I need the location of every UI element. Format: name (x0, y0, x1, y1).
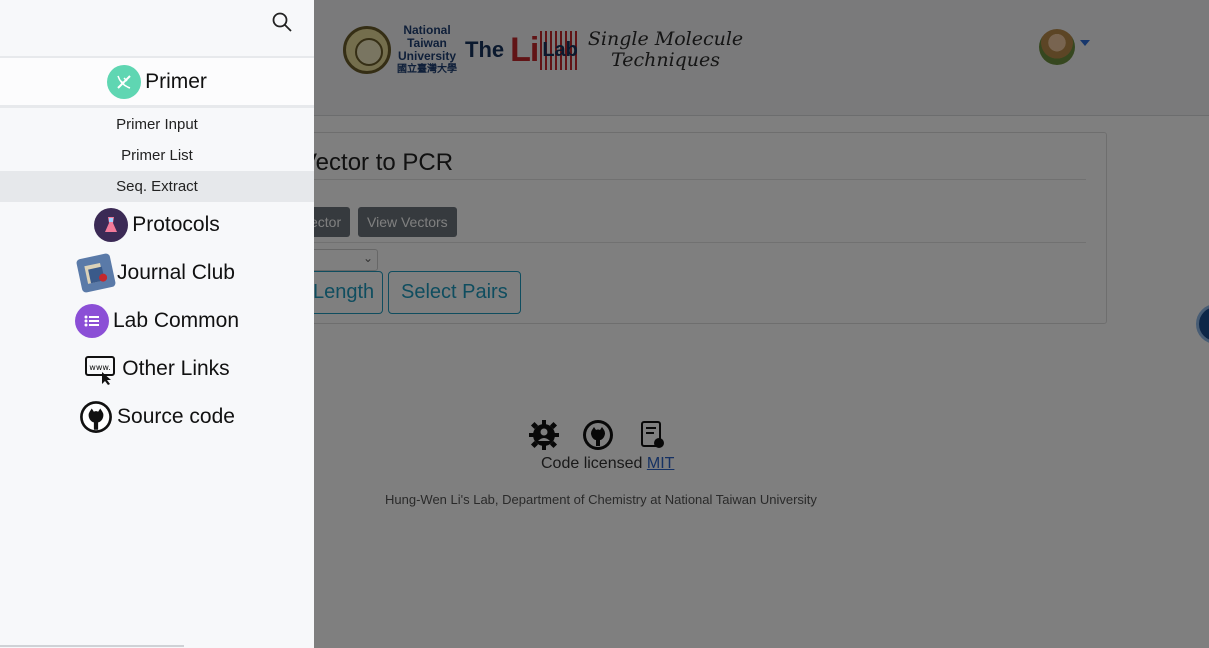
sidebar-item-other-links[interactable]: www. Other Links (0, 349, 314, 389)
sidebar-item-label: Lab Common (112, 309, 240, 332)
sidebar-item-lab-common[interactable]: Lab Common (0, 301, 314, 341)
sidebar-item-protocols[interactable]: Protocols (0, 205, 314, 245)
sidebar-item-label: Source code (117, 405, 235, 428)
github-icon (79, 400, 113, 434)
sidebar-scrollbar[interactable] (0, 645, 184, 647)
sidebar-item-source-code[interactable]: Source code (0, 397, 314, 437)
sidebar-subitem-primer-input[interactable]: Primer Input (0, 109, 314, 140)
sidebar-subitem-primer-list[interactable]: Primer List (0, 140, 314, 171)
sidebar-item-primer[interactable]: Primer (0, 56, 314, 108)
sidebar-item-label: Journal Club (117, 261, 235, 284)
flask-icon (94, 208, 129, 242)
svg-text:www.: www. (90, 363, 111, 372)
sidebar-subitem-seq-extract[interactable]: Seq. Extract (0, 171, 314, 202)
list-icon (74, 304, 109, 338)
sidebar-item-journal-club[interactable]: Journal Club (0, 252, 314, 294)
sidebar-item-label: Other Links (122, 357, 230, 380)
side-navigation: Primer Primer Input Primer List Seq. Ext… (0, 0, 314, 648)
search-icon[interactable] (270, 10, 294, 34)
journal-icon (75, 252, 117, 294)
sidebar-item-label: Primer (145, 69, 207, 93)
www-link-icon: www. (84, 352, 118, 386)
sidebar-item-label: Protocols (132, 213, 220, 236)
dna-icon (107, 64, 142, 99)
